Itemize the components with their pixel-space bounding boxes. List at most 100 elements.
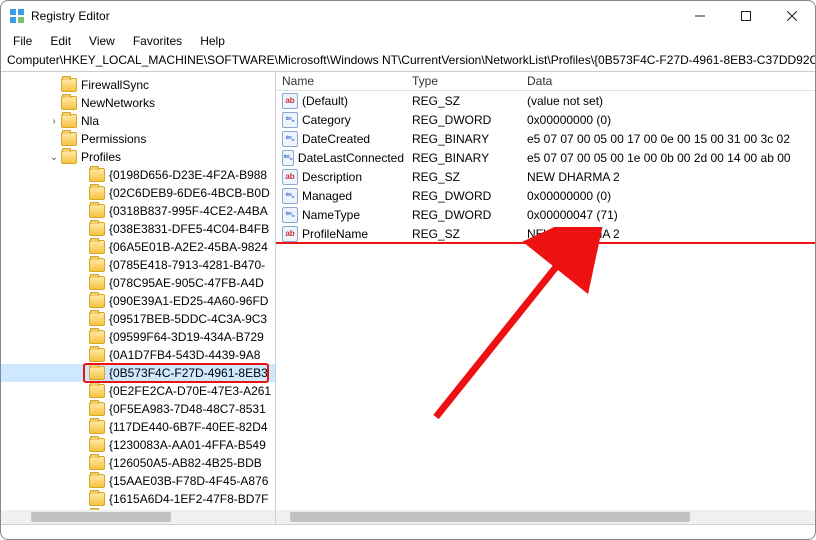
- tree-h-scrollbar[interactable]: [1, 510, 276, 524]
- tree-item-label: Nla: [81, 114, 99, 128]
- tree-item[interactable]: {0A1D7FB4-543D-4439-9A8: [1, 346, 276, 364]
- tree-item-label: {0785E418-7913-4281-B470-: [109, 258, 265, 272]
- value-type: REG_SZ: [412, 227, 527, 241]
- value-data: e5 07 07 00 05 00 17 00 0e 00 15 00 31 0…: [527, 132, 815, 146]
- value-row[interactable]: ⁰¹¹₀ Category REG_DWORD0x00000000 (0): [276, 110, 815, 129]
- chevron-right-icon[interactable]: ›: [47, 116, 61, 127]
- tree-item-label: FirewallSync: [81, 78, 149, 92]
- tree-item[interactable]: {0785E418-7913-4281-B470-: [1, 256, 276, 274]
- tree-item[interactable]: {0318B837-995F-4CE2-A4BA: [1, 202, 276, 220]
- string-value-icon: ab: [282, 226, 298, 242]
- value-name: NameType: [302, 208, 360, 222]
- tree-item[interactable]: {117DE440-6B7F-40EE-82D4: [1, 418, 276, 436]
- menu-view[interactable]: View: [81, 32, 123, 50]
- values-h-scrollbar[interactable]: [276, 510, 815, 524]
- value-row[interactable]: ⁰¹¹₀DateLastConnectedREG_BINARYe5 07 07 …: [276, 148, 815, 167]
- col-name[interactable]: Name: [282, 74, 412, 88]
- close-button[interactable]: [769, 1, 815, 31]
- tree-item[interactable]: {126050A5-AB82-4B25-BDB: [1, 454, 276, 472]
- value-row[interactable]: ⁰¹¹₀ManagedREG_DWORD0x00000000 (0): [276, 186, 815, 205]
- value-type: REG_SZ: [412, 94, 527, 108]
- main-split: FirewallSync NewNetworks › Nla Permissions ⌄ P…: [1, 72, 815, 524]
- value-row[interactable]: abDescriptionREG_SZNEW DHARMA 2: [276, 167, 815, 186]
- value-row[interactable]: ⁰¹¹₀DateCreatedREG_BINARYe5 07 07 00 05 …: [276, 129, 815, 148]
- address-bar[interactable]: Computer\HKEY_LOCAL_MACHINE\SOFTWARE\Mic…: [1, 51, 815, 72]
- tree-item-label: Permissions: [81, 132, 146, 146]
- menu-edit[interactable]: Edit: [42, 32, 79, 50]
- tree-item-label: {09599F64-3D19-434A-B729: [109, 330, 264, 344]
- value-name: Category: [302, 113, 351, 127]
- tree-item[interactable]: {0F5EA983-7D48-48C7-8531: [1, 400, 276, 418]
- folder-icon: [61, 96, 77, 110]
- menu-favorites[interactable]: Favorites: [125, 32, 190, 50]
- tree-item[interactable]: {078C95AE-905C-47FB-A4D: [1, 274, 276, 292]
- tree-item[interactable]: {02C6DEB9-6DE6-4BCB-B0D: [1, 184, 276, 202]
- tree-item-label: Profiles: [81, 150, 121, 164]
- tree-item[interactable]: {1615A6D4-1EF2-47F8-BD7F: [1, 490, 276, 508]
- tree-item-label: {090E39A1-ED25-4A60-96FD: [109, 294, 268, 308]
- menu-help[interactable]: Help: [192, 32, 233, 50]
- value-row[interactable]: abProfileNameREG_SZNEW DHARMA 2: [276, 224, 815, 243]
- binary-value-icon: ⁰¹¹₀: [282, 188, 298, 204]
- value-name: Description: [302, 170, 362, 184]
- value-type: REG_BINARY: [412, 151, 527, 165]
- folder-icon: [89, 168, 105, 182]
- tree-item[interactable]: NewNetworks: [1, 94, 276, 112]
- folder-icon: [61, 132, 77, 146]
- folder-icon: [89, 402, 105, 416]
- col-type[interactable]: Type: [412, 74, 527, 88]
- col-data[interactable]: Data: [527, 74, 815, 88]
- tree-item[interactable]: {09599F64-3D19-434A-B729: [1, 328, 276, 346]
- tree-item-label: {06A5E01B-A2E2-45BA-9824: [109, 240, 268, 254]
- values-pane[interactable]: Name Type Data ab(Default)REG_SZ(value n…: [276, 72, 815, 524]
- tree-item[interactable]: {1230083A-AA01-4FFA-B549: [1, 436, 276, 454]
- value-type: REG_SZ: [412, 170, 527, 184]
- value-type: REG_DWORD: [412, 113, 527, 127]
- tree-item[interactable]: {06A5E01B-A2E2-45BA-9824: [1, 238, 276, 256]
- tree-item[interactable]: {090E39A1-ED25-4A60-96FD: [1, 292, 276, 310]
- value-type: REG_DWORD: [412, 208, 527, 222]
- tree-item-label: {0B573F4C-F27D-4961-8EB3: [109, 366, 268, 380]
- chevron-down-icon[interactable]: ⌄: [47, 152, 61, 163]
- folder-icon: [89, 438, 105, 452]
- value-name: (Default): [302, 94, 348, 108]
- folder-icon: [89, 312, 105, 326]
- folder-icon: [89, 276, 105, 290]
- tree-item-label: {0E2FE2CA-D70E-47E3-A261: [109, 384, 271, 398]
- tree-pane[interactable]: FirewallSync NewNetworks › Nla Permissions ⌄ P…: [1, 72, 276, 524]
- tree-item[interactable]: FirewallSync: [1, 76, 276, 94]
- value-row[interactable]: ⁰¹¹₀NameTypeREG_DWORD0x00000047 (71): [276, 205, 815, 224]
- value-type: REG_BINARY: [412, 132, 527, 146]
- tree-item-label: {1615A6D4-1EF2-47F8-BD7F: [109, 492, 268, 506]
- tree-item[interactable]: {038E3831-DFE5-4C04-B4FB: [1, 220, 276, 238]
- binary-value-icon: ⁰¹¹₀: [282, 150, 294, 166]
- string-value-icon: ab: [282, 169, 298, 185]
- binary-value-icon: ⁰¹¹₀: [282, 112, 298, 128]
- tree-item-label: {02C6DEB9-6DE6-4BCB-B0D: [109, 186, 270, 200]
- tree-item[interactable]: Permissions: [1, 130, 276, 148]
- tree-item-label: {15AAE03B-F78D-4F45-A876: [109, 474, 268, 488]
- tree-item-label: {0198D656-D23E-4F2A-B988: [109, 168, 267, 182]
- menu-file[interactable]: File: [5, 32, 40, 50]
- values-header[interactable]: Name Type Data: [276, 72, 815, 91]
- tree-item-label: {1230083A-AA01-4FFA-B549: [109, 438, 266, 452]
- tree-item[interactable]: {15AAE03B-F78D-4F45-A876: [1, 472, 276, 490]
- folder-icon: [89, 384, 105, 398]
- tree-item[interactable]: ⌄ Profiles: [1, 148, 276, 166]
- value-data: 0x00000000 (0): [527, 113, 815, 127]
- status-bar: [1, 524, 815, 540]
- tree-item[interactable]: {0198D656-D23E-4F2A-B988: [1, 166, 276, 184]
- tree-item[interactable]: {0B573F4C-F27D-4961-8EB3: [1, 364, 276, 382]
- folder-icon: [89, 222, 105, 236]
- folder-icon: [89, 258, 105, 272]
- maximize-button[interactable]: [723, 1, 769, 31]
- title-bar: Registry Editor: [1, 1, 815, 31]
- value-row[interactable]: ab(Default)REG_SZ(value not set): [276, 91, 815, 110]
- window-title: Registry Editor: [31, 9, 677, 23]
- tree-item[interactable]: {09517BEB-5DDC-4C3A-9C3: [1, 310, 276, 328]
- minimize-button[interactable]: [677, 1, 723, 31]
- folder-icon: [89, 204, 105, 218]
- tree-item[interactable]: › Nla: [1, 112, 276, 130]
- tree-item[interactable]: {0E2FE2CA-D70E-47E3-A261: [1, 382, 276, 400]
- tree-item-label: {117DE440-6B7F-40EE-82D4: [109, 420, 268, 434]
